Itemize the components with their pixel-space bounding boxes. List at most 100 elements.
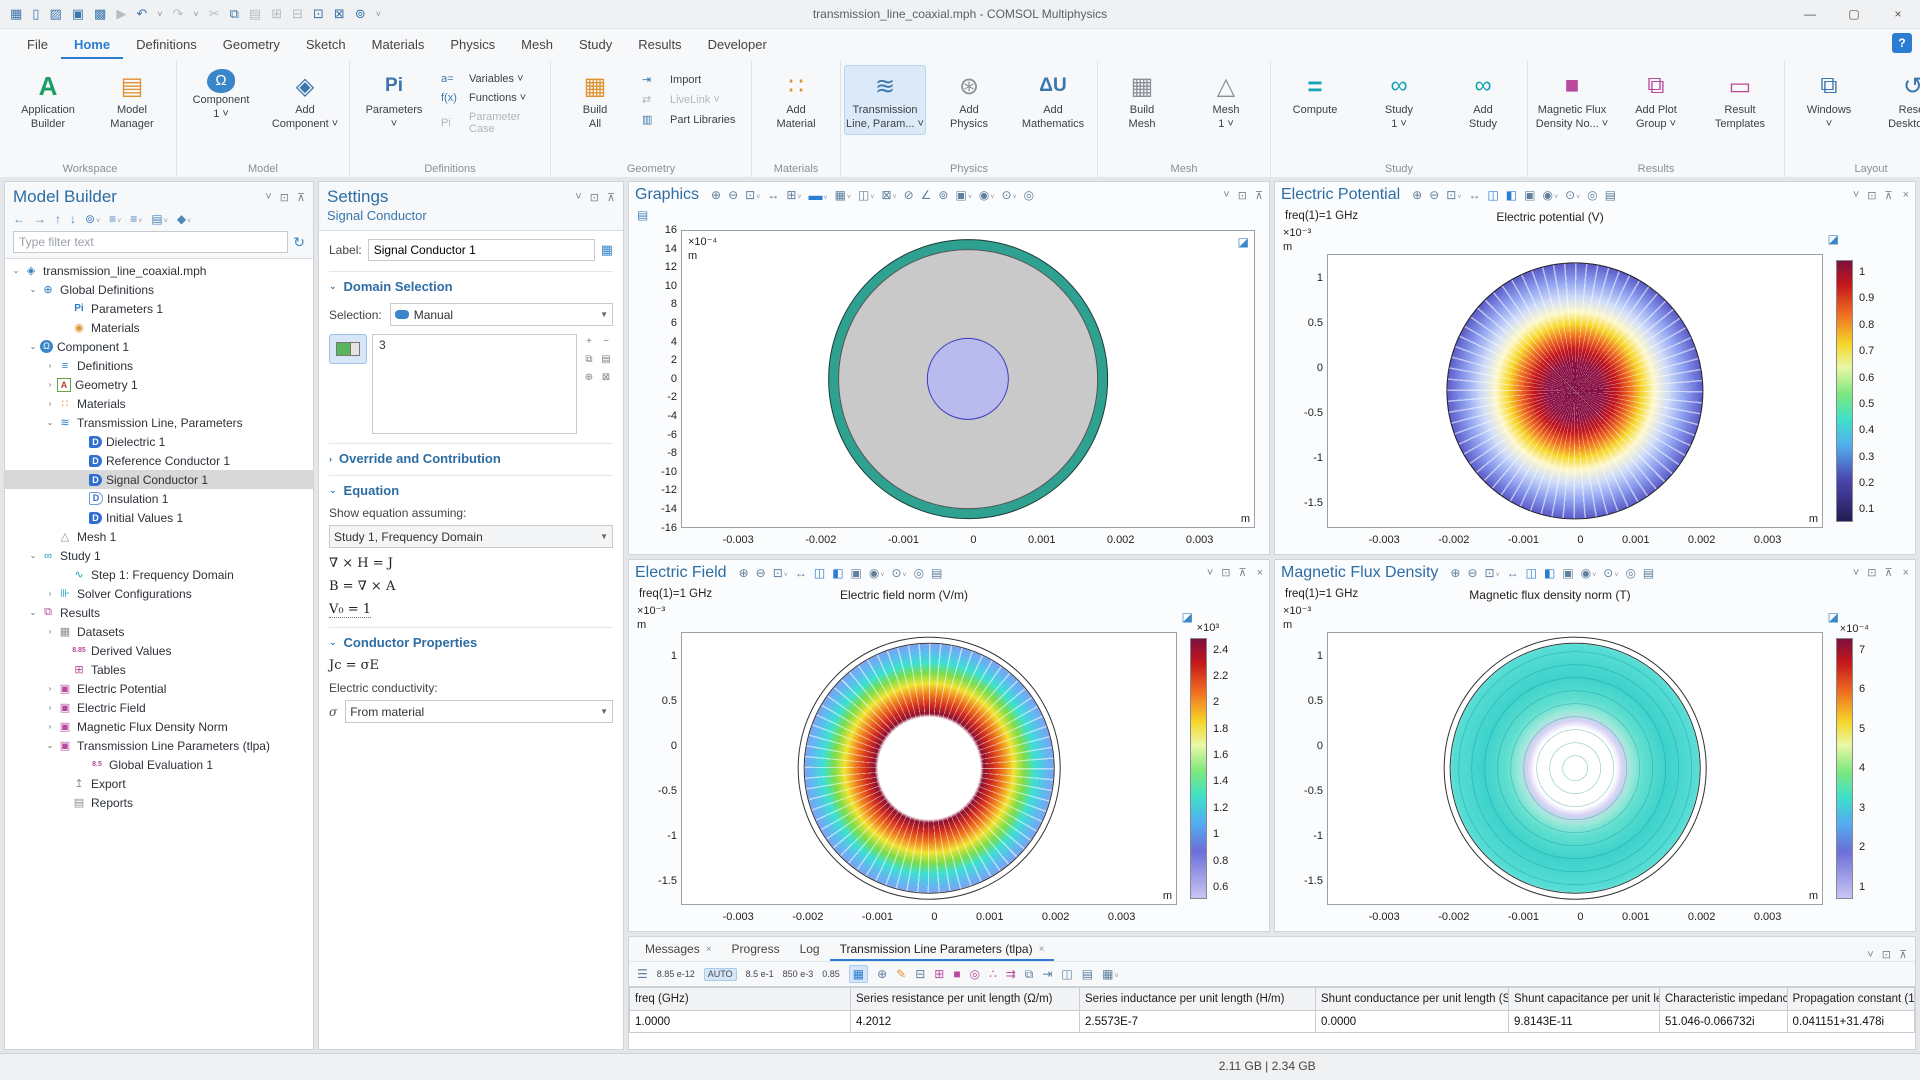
si-notation-button[interactable]: 850 e-3 xyxy=(783,970,814,979)
print-icon[interactable]: ▤ xyxy=(1643,566,1654,580)
update-plot-icon[interactable]: ⊙ xyxy=(1603,566,1618,580)
zoom-box-icon[interactable]: ⊡ xyxy=(773,566,788,580)
zoom-to-selection-icon[interactable]: ⊕ xyxy=(582,372,596,387)
toolbar-overflow-icon[interactable]: ˅ xyxy=(376,9,381,19)
paste-selection-icon[interactable]: ▤ xyxy=(599,354,613,369)
open-file-icon[interactable]: ▨ xyxy=(49,6,61,22)
close-panel-icon[interactable]: × xyxy=(1257,567,1263,579)
dataset-icon[interactable]: ◪ xyxy=(1828,610,1839,624)
auto-notation-button[interactable]: AUTO xyxy=(704,968,737,981)
grid-settings-icon[interactable]: ▦ xyxy=(835,188,851,202)
tree-expander-icon[interactable]: ⌄ xyxy=(26,551,40,560)
menu-item[interactable]: Sketch xyxy=(293,32,359,59)
dataset-icon[interactable]: ◪ xyxy=(1182,610,1193,624)
menu-item[interactable]: Study xyxy=(566,32,625,59)
print-icon[interactable]: ▤ xyxy=(931,566,942,580)
collapse-panel-icon[interactable]: ˅ xyxy=(1223,189,1229,201)
zoom-extents-icon[interactable]: ↔ xyxy=(1507,566,1519,580)
plot-grid-icon[interactable]: ◫ xyxy=(814,566,825,580)
equation-assumption-dropdown[interactable]: Study 1, Frequency Domain ▼ xyxy=(329,525,613,548)
equation-header[interactable]: ⌄ Equation xyxy=(329,483,613,498)
table-row[interactable]: 1.00004.20122.5573E-70.00009.8143E-1151.… xyxy=(630,1011,1915,1033)
table-cell[interactable]: 9.8143E-11 xyxy=(1509,1011,1660,1033)
save-as-icon[interactable]: ▩ xyxy=(94,6,106,22)
tree-item[interactable]: ◉ Materials xyxy=(5,318,313,337)
float-panel-icon[interactable]: ⊡ xyxy=(1221,566,1230,579)
paste-icon[interactable]: ▤ xyxy=(249,6,261,22)
compute-button[interactable]: = Compute xyxy=(1274,65,1356,121)
tree-item[interactable]: › ⊪ Solver Configurations xyxy=(5,584,313,603)
selection-dropdown[interactable]: Manual ▼ xyxy=(390,303,613,326)
tree-item[interactable]: ⌄ ⊕ Global Definitions xyxy=(5,280,313,299)
information-tab[interactable]: Messages × xyxy=(635,939,722,961)
close-tab-icon[interactable]: × xyxy=(706,944,712,955)
app-logo-icon[interactable]: ▦ xyxy=(10,6,22,22)
tree-item[interactable]: › ▣ Magnetic Flux Density Norm xyxy=(5,717,313,736)
table-options-icon[interactable]: ▦ xyxy=(1102,967,1118,981)
zoom-in-icon[interactable]: ⊕ xyxy=(1450,566,1460,580)
clear-selection-icon[interactable]: ⊠ xyxy=(599,372,613,387)
float-panel-icon[interactable]: ⊡ xyxy=(1867,566,1876,579)
float-panel-icon[interactable]: ⊡ xyxy=(1867,189,1876,202)
reset-desktop-button[interactable]: ↺ ResetDesktop ˅ xyxy=(1872,65,1920,135)
zoom-extents-icon[interactable]: ↔ xyxy=(795,566,807,580)
annotation-icon[interactable]: ◧ xyxy=(1544,566,1555,580)
tree-expander-icon[interactable]: ⌄ xyxy=(43,418,57,427)
application-builder-button[interactable]: A ApplicationBuilder xyxy=(7,65,89,135)
copy-icon[interactable]: ⧉ xyxy=(230,6,239,22)
tree-item[interactable]: ∿ Step 1: Frequency Domain xyxy=(5,565,313,584)
add-physics-button[interactable]: ⊛ AddPhysics xyxy=(928,65,1010,135)
back-icon[interactable]: ← xyxy=(13,212,25,226)
table-view-icon[interactable]: ▦ xyxy=(849,965,868,983)
table-cell[interactable]: 2.5573E-7 xyxy=(1080,1011,1316,1033)
update-plot-icon[interactable]: ⊙ xyxy=(1565,188,1580,202)
menu-item[interactable]: Materials xyxy=(359,32,438,59)
add-table-icon[interactable]: ⊞ xyxy=(934,967,944,981)
tree-item[interactable]: ⌄ Ω Component 1 xyxy=(5,337,313,356)
pin-panel-icon[interactable]: ⊼ xyxy=(1899,948,1907,961)
tree-expander-icon[interactable]: › xyxy=(43,361,57,370)
view-2d-icon[interactable]: ▬ xyxy=(808,187,827,203)
collapse-panel-icon[interactable]: ˅ xyxy=(1207,567,1213,579)
tree-expander-icon[interactable]: › xyxy=(43,703,57,712)
lock-axis-icon[interactable]: ▣ xyxy=(851,566,862,580)
tree-item[interactable]: ⌄ ∞ Study 1 xyxy=(5,546,313,565)
close-panel-icon[interactable]: × xyxy=(1903,567,1909,579)
collapse-panel-icon[interactable]: ˅ xyxy=(265,191,271,203)
zoom-extents-icon[interactable]: ↔ xyxy=(1468,188,1480,202)
active-toggle-button[interactable] xyxy=(329,334,367,364)
arrange-columns-icon[interactable]: ⇉ xyxy=(1006,967,1016,981)
print-icon[interactable]: ▤ xyxy=(637,208,648,222)
domain-selection-header[interactable]: ⌄ Domain Selection xyxy=(329,279,613,294)
create-selection-icon[interactable]: ▦ xyxy=(601,242,613,258)
zoom-box-icon[interactable]: ⊡ xyxy=(745,188,760,202)
pin-panel-icon[interactable]: ⊼ xyxy=(607,191,615,204)
menu-item[interactable]: Physics xyxy=(437,32,508,59)
zoom-out-icon[interactable]: ⊖ xyxy=(1429,188,1439,202)
export-table-icon[interactable]: ⇥ xyxy=(1042,967,1052,981)
model-settings-icon[interactable]: ◆ xyxy=(177,212,191,226)
potential-surface-plot[interactable] xyxy=(1446,262,1703,519)
tree-item[interactable]: ⌄ ◈ transmission_line_coaxial.mph xyxy=(5,261,313,280)
environment-icon[interactable]: ▣ xyxy=(955,188,971,202)
plot-grid-icon[interactable]: ◫ xyxy=(1526,566,1537,580)
tree-expander-icon[interactable]: › xyxy=(43,399,57,408)
tree-filter-input[interactable] xyxy=(13,231,288,253)
table-graph-icon[interactable]: ◎ xyxy=(970,967,980,981)
cut-icon[interactable]: ✂ xyxy=(209,6,220,22)
image-snapshot-icon[interactable]: ◎ xyxy=(1625,566,1635,580)
pin-panel-icon[interactable]: ⊼ xyxy=(1255,189,1263,202)
annotation-icon[interactable]: ◧ xyxy=(1506,188,1517,202)
variables-menu[interactable]: a= Variables ˅ xyxy=(437,71,547,87)
scene-icon[interactable]: ◉ xyxy=(979,188,995,202)
tree-item[interactable]: › A Geometry 1 xyxy=(5,375,313,394)
table-surface-icon[interactable]: ∴ xyxy=(989,967,997,981)
tree-item[interactable]: › ≡ Definitions xyxy=(5,356,313,375)
collapse-panel-icon[interactable]: ˅ xyxy=(1853,189,1859,201)
undo-menu-icon[interactable]: ˅ xyxy=(157,9,162,19)
zoom-in-icon[interactable]: ⊕ xyxy=(1412,188,1422,202)
run-icon[interactable]: ▶ xyxy=(116,6,126,22)
print-icon[interactable]: ▤ xyxy=(1605,188,1616,202)
view-cube-icon[interactable]: ◪ xyxy=(1238,235,1249,249)
menu-item[interactable]: File xyxy=(14,32,61,59)
